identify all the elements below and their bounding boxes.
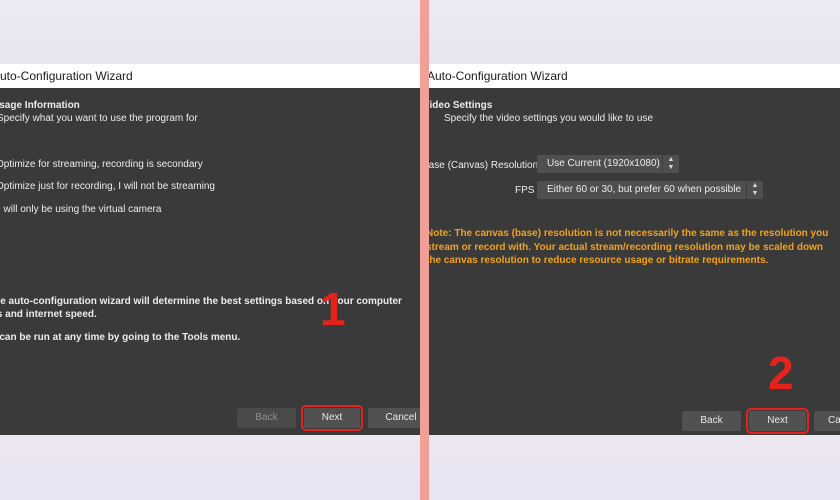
back-button[interactable]: Back — [237, 408, 296, 428]
back-button[interactable]: Back — [682, 411, 741, 431]
step-marker-1: 1 — [320, 283, 346, 335]
cancel-button[interactable]: Cancel — [368, 408, 420, 428]
option-recording[interactable]: Optimize just for recording, I will not … — [0, 181, 215, 192]
dialog-body: Usage Information Specify what you want … — [0, 88, 420, 435]
window-title: Auto-Configuration Wizard — [0, 64, 420, 88]
step-marker-2: 2 — [768, 347, 794, 399]
window-title: Auto-Configuration Wizard — [429, 64, 840, 88]
note-line3: the canvas resolution to reduce resource… — [429, 255, 769, 266]
note-line1: Note: The canvas (base) resolution is no… — [429, 228, 829, 239]
next-button[interactable]: Next — [746, 408, 809, 434]
option-streaming[interactable]: Optimize for streaming, recording is sec… — [0, 159, 203, 170]
chevron-updown-icon: ▲ ▼ — [746, 181, 763, 200]
wizard-screenshot-video: Auto-Configuration Wizard Video Settings… — [429, 0, 840, 500]
note-line2: stream or record with. Your actual strea… — [429, 242, 823, 253]
resolution-select[interactable]: Use Current (1920x1080) ▲ ▼ — [537, 155, 679, 174]
section-subheading: Specify the video settings you would lik… — [444, 113, 654, 124]
fps-select[interactable]: Either 60 or 30, but prefer 60 when poss… — [537, 181, 763, 200]
section-heading: Video Settings — [429, 100, 493, 111]
cancel-button[interactable]: Cancel — [814, 411, 840, 431]
section-heading: Usage Information — [0, 100, 80, 111]
chevron-updown-icon: ▲ ▼ — [662, 155, 679, 174]
option-virtual-camera[interactable]: I will only be using the virtual camera — [0, 204, 161, 215]
fps-value: Either 60 or 30, but prefer 60 when poss… — [547, 184, 742, 195]
wizard-screenshot-usage: Auto-Configuration Wizard Usage Informat… — [0, 0, 420, 500]
resolution-value: Use Current (1920x1080) — [547, 158, 660, 169]
next-button[interactable]: Next — [301, 405, 363, 431]
resolution-label: Base (Canvas) Resolution — [429, 160, 539, 171]
fps-label: FPS — [515, 185, 535, 196]
panel-divider — [420, 0, 429, 500]
info-text-line3: This can be run at any time by going to … — [0, 332, 241, 343]
section-subheading: Specify what you want to use the program… — [0, 113, 198, 124]
info-text-line2: specs and internet speed. — [0, 309, 97, 320]
